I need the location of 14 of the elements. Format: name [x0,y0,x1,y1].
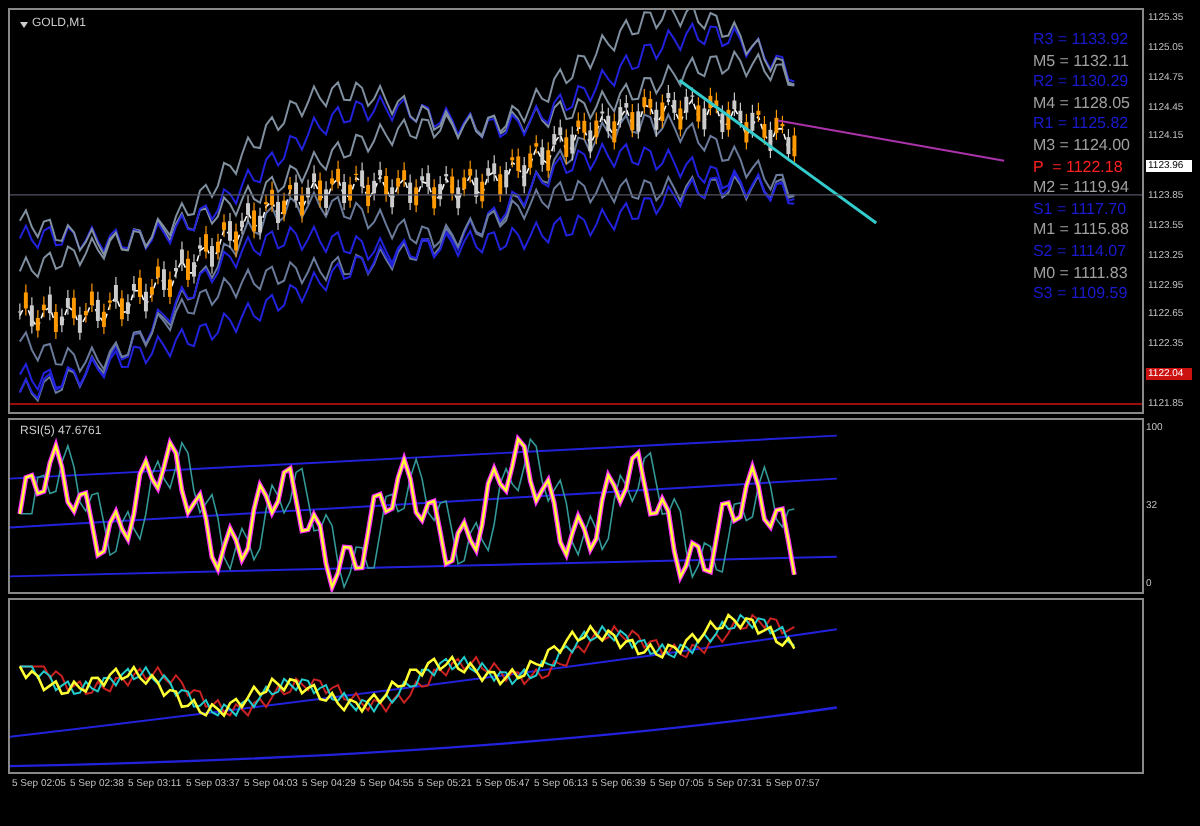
pivot-level-label: M5 = 1132.11 [1032,51,1130,71]
pivot-level-label: R2 = 1130.29 [1032,72,1130,92]
pivot-level-label: P = 1122.18 [1032,157,1125,177]
pivot-level-label: M3 = 1124.00 [1032,135,1130,156]
pivot-level-label: R3 = 1133.92 [1032,30,1130,50]
dropdown-triangle-icon[interactable] [20,22,28,28]
pivot-level-label: M1 = 1115.88 [1032,220,1130,240]
pivot-level-label: R1 = 1125.82 [1032,114,1130,134]
pivot-level-label: S1 = 1117.70 [1032,199,1129,219]
pivot-level-label: S3 = 1109.59 [1032,284,1130,304]
pivot-level-label: S2 = 1114.07 [1032,241,1129,262]
pivot-level-label: M0 = 1111.83 [1032,263,1130,283]
pivot-level-label: M4 = 1128.05 [1032,93,1130,113]
pivot-level-label: M2 = 1119.94 [1032,178,1130,198]
